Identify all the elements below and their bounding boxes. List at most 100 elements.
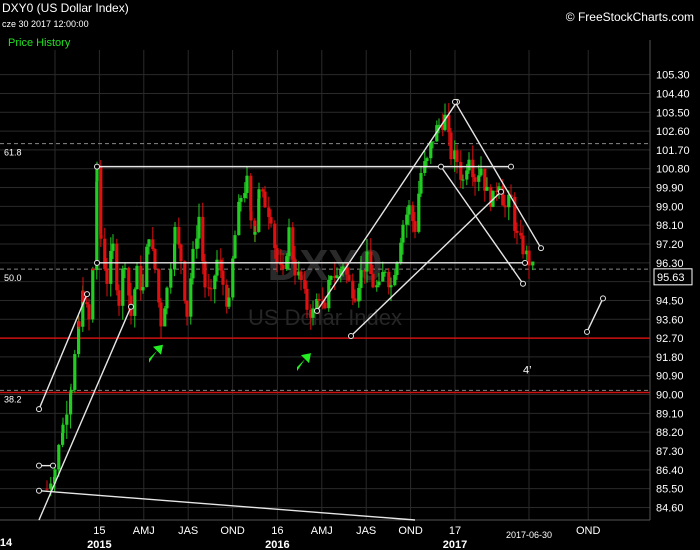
candle-body (353, 298, 357, 302)
y-tick-label: 96.30 (656, 258, 684, 270)
fib-level-label: 61.8 (4, 148, 22, 158)
candle-body (351, 280, 355, 299)
trend-anchor (36, 487, 42, 494)
candle-body (411, 205, 415, 222)
candle-body (177, 226, 181, 245)
candle-body (459, 161, 463, 180)
candle-body (465, 170, 469, 180)
y-tick-label: 103.50 (656, 107, 690, 119)
candle-body (365, 251, 369, 272)
y-tick-label: 97.20 (656, 239, 684, 251)
candle-body (521, 235, 525, 255)
annotations: 4’ (523, 365, 532, 377)
candle-body (127, 267, 131, 296)
candle-body (45, 488, 49, 490)
candle-body (157, 269, 161, 303)
candle-body (399, 242, 403, 264)
candle-body (209, 288, 213, 290)
candle-body (317, 299, 321, 301)
candle-body (57, 444, 61, 470)
candle-body (233, 235, 237, 259)
y-tick-label: 85.50 (656, 484, 684, 496)
candle-body (103, 238, 107, 270)
candle-body (179, 244, 183, 262)
trend-anchor (36, 462, 42, 469)
x-tick-label: JAS (178, 525, 198, 537)
candle-body (347, 274, 351, 281)
y-tick-label: 92.70 (656, 333, 684, 345)
candle-body (163, 308, 167, 327)
site-credit[interactable]: © FreeStockCharts.com (566, 10, 694, 24)
x-tick-label: OND (398, 525, 423, 537)
candle-body (111, 243, 115, 251)
candle-body (95, 181, 99, 271)
trend-anchor (84, 291, 90, 298)
candle-body (87, 304, 91, 320)
x-tick-label: OND (576, 525, 601, 537)
trend-anchor (520, 280, 526, 287)
x-tick-label: 17 (449, 525, 461, 537)
x-tick-label: AMJ (311, 525, 333, 537)
y-tick-label: 99.00 (656, 201, 684, 213)
y-tick-label: 91.80 (656, 352, 684, 364)
candle-body (531, 261, 535, 266)
candle-body (273, 223, 277, 249)
candle-body (407, 205, 411, 215)
wave-annotation: 4’ (523, 365, 532, 377)
candle-body (419, 172, 423, 194)
candle-body (401, 224, 405, 243)
candle-body (231, 258, 235, 298)
x-tick-label: 16 (271, 525, 283, 537)
x-year-label: 2016 (265, 539, 289, 550)
candle-body (461, 179, 465, 181)
candle-body (467, 159, 471, 171)
trend-anchor (522, 259, 528, 266)
candle-body (253, 231, 257, 235)
candle-body (49, 483, 53, 489)
trend-anchor (600, 295, 606, 302)
candle-body (299, 271, 303, 281)
y-tick-label: 104.40 (656, 88, 690, 100)
y-tick-label: 93.60 (656, 314, 684, 326)
candle-body (287, 227, 291, 257)
candle-body (311, 308, 315, 318)
candle-body (115, 243, 119, 291)
candle-body (77, 321, 81, 327)
y-tick-label: 98.10 (656, 220, 684, 232)
fib-level-label: 50.0 (4, 273, 22, 283)
candle-body (329, 276, 333, 280)
candle-body (189, 278, 193, 317)
candle-body (65, 414, 69, 425)
trend-anchor (314, 307, 320, 314)
trend-anchor (584, 328, 590, 335)
date-stamp: cze 30 2017 12:00:00 (2, 19, 89, 29)
candle-body (359, 270, 363, 288)
candle-body (85, 302, 89, 305)
candle-body (485, 186, 489, 191)
y-axis: 105.30 104.40 103.50 102.60 101.70 100.80 99.9… (653, 70, 693, 514)
x-year-label: 14 (0, 537, 13, 549)
candle-body (213, 275, 217, 290)
candle-body (133, 289, 137, 316)
candle-body (335, 275, 339, 279)
last-price-label: 95.63 (657, 272, 685, 284)
trend-anchor (452, 98, 458, 105)
candle-body (455, 150, 459, 162)
candle-body (431, 141, 435, 143)
candle-body (267, 207, 271, 218)
candle-body (515, 230, 519, 233)
candle-body (413, 221, 417, 232)
series-label[interactable]: Price History (8, 37, 70, 49)
candle-body (291, 227, 295, 260)
candle-body (503, 205, 507, 208)
candle-body (305, 288, 309, 310)
candle-body (91, 268, 95, 320)
x-year-label: 2017 (443, 539, 467, 550)
candle-body (123, 267, 127, 270)
candle-body (375, 285, 379, 288)
trend-line (38, 490, 416, 521)
x-tick-label: 15 (93, 525, 105, 537)
y-tick-label: 84.60 (656, 502, 684, 514)
trend-line (586, 298, 604, 333)
trend-anchor (508, 163, 514, 170)
